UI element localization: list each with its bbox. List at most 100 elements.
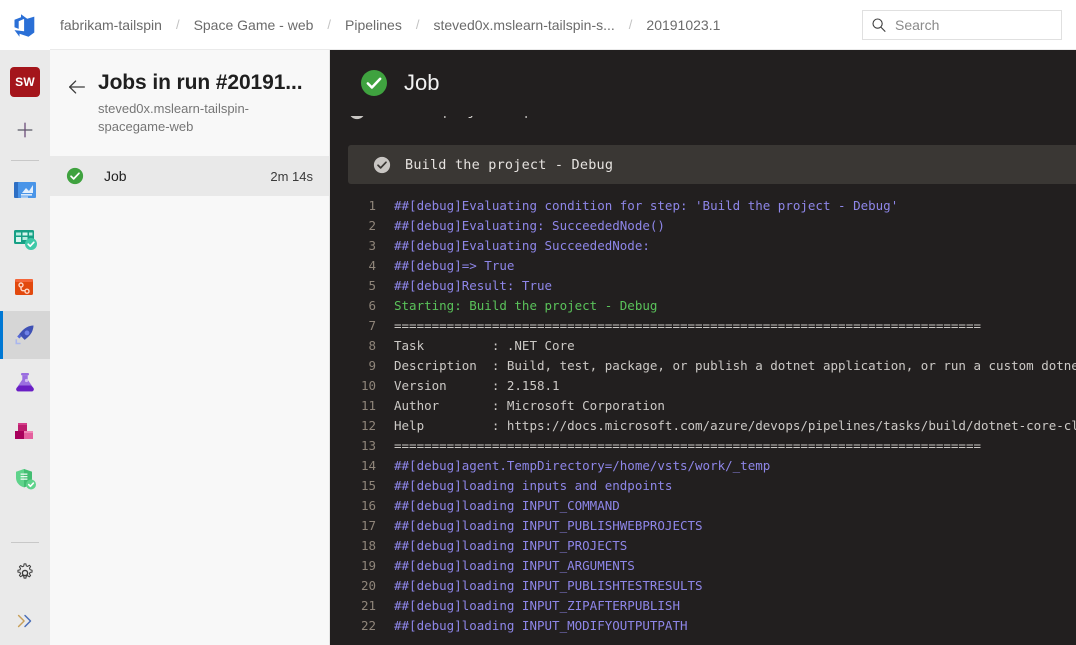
log-line: 17 ##[debug]loading INPUT_PUBLISHWEBPROJE… (330, 515, 1076, 535)
log-line-text: Starting: Build the project - Debug (394, 297, 658, 313)
boards-icon (14, 230, 37, 250)
search-input[interactable] (895, 16, 1053, 33)
gear-icon (17, 563, 33, 579)
log-line-text: ##[debug]loading INPUT_ZIPAFTERPUBLISH (394, 597, 680, 613)
log-line-text: ========================================… (394, 437, 981, 453)
log-line-text: ##[debug]Evaluating: SucceededNode() (394, 217, 665, 233)
log-line: 15 ##[debug]loading inputs and endpoints (330, 475, 1076, 495)
search-icon (872, 17, 886, 32)
breadcrumb-separator: / (175, 17, 180, 32)
breadcrumb-separator: / (628, 17, 633, 32)
test-plans-flask-icon (16, 373, 34, 392)
log-line-text: ========================================… (394, 317, 981, 333)
log-line-text: Version : 2.158.1 (394, 377, 560, 393)
sidebar-item-new[interactable] (0, 106, 50, 154)
log-line-number: 6 (368, 297, 376, 313)
log-line: 7 =======================================… (330, 315, 1076, 335)
sidebar-item-expand[interactable] (0, 597, 50, 645)
breadcrumb: fabrikam-tailspin / Space Game - web / P… (50, 15, 862, 35)
jobs-panel: Jobs in run #20191... steved0x.mslearn-t… (50, 50, 330, 645)
log-line-number: 13 (360, 437, 376, 453)
log-line-text: ##[debug]loading INPUT_PROJECTS (394, 537, 628, 553)
log-line-number: 5 (368, 277, 376, 293)
log-line: 21 ##[debug]loading INPUT_ZIPAFTERPUBLISH (330, 595, 1076, 615)
log-line-text: ##[debug]loading INPUT_MODIFYOUTPUTPATH (394, 617, 688, 633)
sidebar-item-organization[interactable]: SW (0, 58, 50, 106)
pipelines-rocket-icon (15, 325, 34, 345)
log-line: 9 Description : Build, test, package, or … (330, 355, 1076, 375)
log-line: 20 ##[debug]loading INPUT_PUBLISHTESTRESU… (330, 575, 1076, 595)
security-shield-icon (16, 469, 36, 490)
log-line-number: 12 (360, 417, 376, 433)
log-line-number: 7 (368, 317, 376, 333)
step-success-check-icon (350, 116, 364, 120)
log-line-number: 1 (368, 197, 376, 213)
log-line-text: ##[debug]loading INPUT_COMMAND (394, 497, 620, 513)
log-line-text: ##[debug]Result: True (394, 277, 553, 293)
log-line-text: Author : Microsoft Corporation (394, 397, 665, 413)
breadcrumb-item-pipeline-name[interactable]: steved0x.mslearn-tailspin-s... (431, 15, 616, 35)
log-scroll-region[interactable]: Restore project dependencies Build the p… (330, 116, 1076, 645)
log-line: 4 ##[debug]=> True (330, 255, 1076, 275)
list-item-job[interactable]: Job 2m 14s (50, 156, 329, 196)
sidebar-item-test-plans[interactable] (0, 359, 50, 407)
log-line: 1 ##[debug]Evaluating condition for step:… (330, 195, 1076, 215)
log-line-number: 14 (360, 457, 376, 473)
log-line: 2 ##[debug]Evaluating: SucceededNode() (330, 215, 1076, 235)
step-label-previous: Restore project dependencies (378, 116, 606, 119)
step-label-current: Build the project - Debug (405, 156, 614, 173)
log-line-number: 16 (360, 497, 376, 513)
log-line-number: 9 (368, 357, 376, 373)
plus-icon (17, 122, 33, 138)
rail-divider-bottom (11, 542, 39, 543)
job-name: Job (104, 168, 127, 184)
log-line-text: ##[debug]loading INPUT_PUBLISHTESTRESULT… (394, 577, 703, 593)
log-line: 13 ======================================… (330, 435, 1076, 455)
main-body: SW Jobs in run #20191... steved0x.mslear… (0, 50, 1076, 645)
overview-icon (14, 182, 36, 198)
success-check-icon (66, 167, 84, 185)
sidebar-item-artifacts[interactable] (0, 407, 50, 455)
log-line-number: 20 (360, 577, 376, 593)
log-line: 18 ##[debug]loading INPUT_PROJECTS (330, 535, 1076, 555)
log-line-text: ##[debug]loading INPUT_PUBLISHWEBPROJECT… (394, 517, 703, 533)
log-line-text: Task : .NET Core (394, 337, 575, 353)
log-line: 6 Starting: Build the project - Debug (330, 295, 1076, 315)
log-line: 10 Version : 2.158.1 (330, 375, 1076, 395)
breadcrumb-item-pipelines[interactable]: Pipelines (343, 15, 404, 35)
back-arrow-icon[interactable] (66, 76, 88, 98)
log-line: 12 Help : https://docs.microsoft.com/azur… (330, 415, 1076, 435)
log-line-number: 11 (360, 397, 376, 413)
sidebar-item-security[interactable] (0, 455, 50, 503)
step-header-current[interactable]: Build the project - Debug (348, 145, 1076, 184)
step-gap (330, 130, 1076, 145)
sidebar-item-settings[interactable] (0, 549, 50, 597)
breadcrumb-separator: / (327, 17, 332, 32)
jobs-panel-header: Jobs in run #20191... steved0x.mslearn-t… (50, 50, 329, 150)
sidebar-item-boards[interactable] (0, 215, 50, 263)
log-line-number: 22 (360, 617, 376, 633)
log-line-number: 19 (360, 557, 376, 573)
log-line-text: Description : Build, test, package, or p… (394, 357, 1076, 373)
job-duration: 2m 14s (270, 168, 313, 184)
search-box[interactable] (862, 9, 1062, 40)
breadcrumb-item-organization[interactable]: fabrikam-tailspin (58, 15, 164, 35)
azure-devops-logo[interactable] (0, 0, 50, 50)
breadcrumb-item-project[interactable]: Space Game - web (192, 15, 316, 35)
rail-divider (11, 160, 39, 161)
breadcrumb-item-run-number[interactable]: 20191023.1 (644, 15, 722, 35)
log-line: 14 ##[debug]agent.TempDirectory=/home/vst… (330, 455, 1076, 475)
log-line-text: ##[debug]Evaluating condition for step: … (394, 197, 899, 213)
log-line: 8 Task : .NET Core (330, 335, 1076, 355)
azure-devops-logo-icon (14, 13, 35, 37)
step-header-previous[interactable]: Restore project dependencies (330, 116, 1076, 130)
log-panel-header: Job (330, 50, 1076, 116)
log-line: 22 ##[debug]loading INPUT_MODIFYOUTPUTPAT… (330, 615, 1076, 635)
chevron-double-right-icon (17, 614, 32, 628)
page-subtitle: steved0x.mslearn-tailspin-spacegame-web (98, 101, 250, 134)
log-line-number: 8 (368, 337, 376, 353)
sidebar-item-pipelines[interactable] (0, 311, 50, 359)
sidebar-item-overview[interactable] (0, 167, 50, 215)
log-lines: 1 ##[debug]Evaluating condition for step:… (330, 184, 1076, 635)
sidebar-item-repos[interactable] (0, 263, 50, 311)
